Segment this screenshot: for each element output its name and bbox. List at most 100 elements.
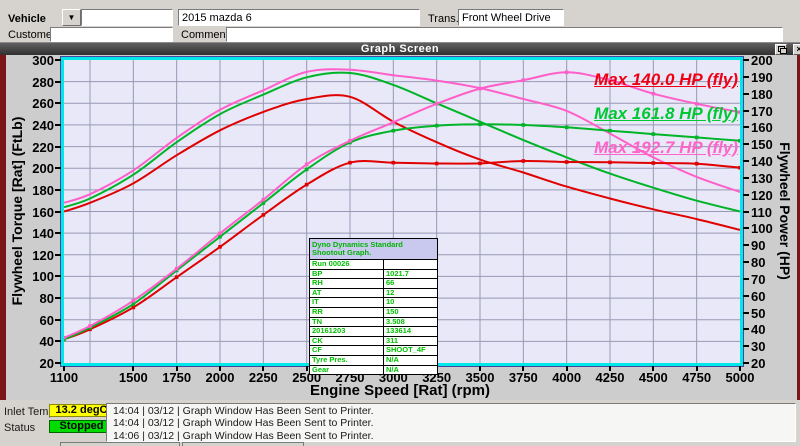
torque-tick-label: 40	[39, 334, 54, 350]
close-button[interactable]: ×	[793, 44, 800, 55]
table-row: IT 10	[310, 298, 437, 308]
power-tick-mark	[743, 362, 749, 364]
power-tick-mark	[743, 193, 749, 196]
torque-tick-label: 140	[32, 226, 54, 242]
torque-tick-label: 240	[32, 117, 54, 133]
table-cell-key: CF	[310, 346, 384, 355]
torque-tick-label: 280	[32, 74, 54, 90]
inlet-temp-value: 13.2 degC	[49, 404, 114, 417]
graph-window-titlebar[interactable]: Graph Screen ×	[0, 42, 800, 55]
table-cell-value: 3.508	[386, 317, 405, 326]
legend-entry: Max 161.8 HP (fly)	[594, 104, 738, 123]
table-cell-value: 311	[386, 336, 399, 345]
table-cell-value: N/A	[386, 365, 399, 374]
torque-tick-mark	[55, 362, 61, 364]
torque-tick-label: 60	[39, 312, 54, 328]
log-line: 14:04 | 03/12 | Graph Window Has Been Se…	[113, 405, 374, 417]
bottom-tab-1[interactable]	[60, 442, 180, 446]
power-tick-label: 190	[751, 69, 773, 85]
power-tick-label: 70	[751, 271, 766, 287]
printer-log: 14:04 | 03/12 | Graph Window Has Been Se…	[106, 403, 796, 442]
torque-tick-mark	[55, 145, 61, 148]
power-tick-mark	[743, 143, 749, 146]
vehicle-select-input[interactable]	[81, 9, 173, 26]
rpm-tick-label: 2250	[248, 370, 278, 385]
table-cell-value: N/A	[386, 355, 399, 364]
chevron-down-icon: ▼	[67, 13, 76, 22]
top-panel: Vehicle ▼ Trans. Customer Comment	[0, 0, 800, 42]
table-cell-value	[384, 260, 437, 269]
customer-label: Customer	[8, 29, 56, 41]
torque-tick-label: 220	[32, 139, 54, 155]
table-row: RR 150	[310, 307, 437, 318]
rpm-tick-label: 3500	[465, 370, 495, 385]
power-tick-mark	[743, 176, 749, 179]
power-tick-mark	[743, 210, 749, 213]
rpm-tick-label: 4500	[638, 370, 668, 385]
torque-tick-mark	[55, 232, 61, 235]
table-cell-key: AT	[310, 288, 384, 298]
torque-tick-mark	[55, 123, 61, 126]
torque-tick-mark	[55, 102, 61, 105]
torque-tick-label: 300	[32, 53, 54, 68]
power-tick-label: 130	[751, 170, 773, 186]
power-tick-mark	[743, 244, 749, 247]
table-cell-key: 20161203	[310, 327, 384, 336]
table-cell-key: Gear	[310, 365, 384, 375]
table-cell-value: 1021.7	[386, 269, 409, 278]
torque-tick-mark	[55, 210, 61, 213]
run-info-table: Dyno Dynamics Standard Shootout Graph. Ru…	[309, 238, 438, 376]
trans-input[interactable]	[458, 9, 564, 26]
power-tick-mark	[743, 277, 749, 280]
rpm-tick-label: 3750	[508, 370, 538, 385]
table-row: AT 12	[310, 288, 437, 299]
table-row: CF SHOOT_4F	[310, 346, 437, 356]
comment-input[interactable]	[226, 27, 783, 42]
vehicle-name-input[interactable]	[178, 9, 420, 26]
table-cell-value: 12	[386, 288, 395, 297]
status-label: Status	[4, 422, 36, 434]
power-tick-mark	[743, 345, 749, 348]
power-tick-label: 20	[751, 356, 766, 371]
power-tick-label: 180	[751, 86, 773, 102]
power-tick-mark	[743, 227, 749, 230]
table-row: Gear N/A	[310, 365, 437, 375]
power-tick-mark	[743, 75, 749, 78]
bottom-tab-2[interactable]	[182, 442, 304, 446]
close-icon: ×	[796, 44, 800, 54]
table-cell-key: IT	[310, 298, 384, 307]
power-tick-mark	[743, 294, 749, 297]
power-tick-label: 90	[751, 238, 766, 254]
torque-tick-label: 20	[39, 356, 54, 371]
status-value-badge: Stopped	[49, 420, 114, 433]
power-tick-label: 170	[751, 103, 773, 119]
table-cell-value: SHOOT_4F	[386, 346, 426, 355]
table-cell-key: Run 00026	[310, 260, 384, 269]
power-tick-mark	[743, 92, 749, 95]
torque-tick-mark	[55, 275, 61, 278]
customer-input[interactable]	[50, 27, 173, 42]
vehicle-dropdown-button[interactable]: ▼	[62, 9, 81, 26]
power-tick-mark	[743, 109, 749, 112]
power-tick-mark	[743, 311, 749, 314]
torque-tick-label: 160	[32, 204, 54, 220]
torque-tick-mark	[55, 253, 61, 256]
log-line: 14:06 | 03/12 | Graph Window Has Been Se…	[113, 429, 374, 442]
torque-tick-mark	[55, 80, 61, 83]
power-tick-label: 40	[751, 322, 766, 338]
power-tick-label: 80	[751, 255, 766, 270]
rpm-tick-label: 4250	[595, 370, 625, 385]
torque-tick-mark	[55, 318, 61, 321]
rpm-tick-label: 2000	[205, 370, 235, 385]
power-tick-label: 150	[751, 137, 773, 153]
power-tick-label: 160	[751, 120, 773, 136]
torque-tick-mark	[55, 340, 61, 343]
window-left-border	[0, 55, 6, 400]
legend-entry: Max 140.0 HP (fly)	[594, 70, 738, 89]
power-tick-label: 120	[751, 187, 773, 203]
rpm-tick-label: 1100	[49, 370, 79, 385]
power-tick-label: 200	[751, 53, 773, 68]
power-tick-mark	[743, 160, 749, 162]
inlet-temp-label: Inlet Temp	[4, 406, 55, 418]
log-line: 14:04 | 03/12 | Graph Window Has Been Se…	[113, 417, 374, 430]
